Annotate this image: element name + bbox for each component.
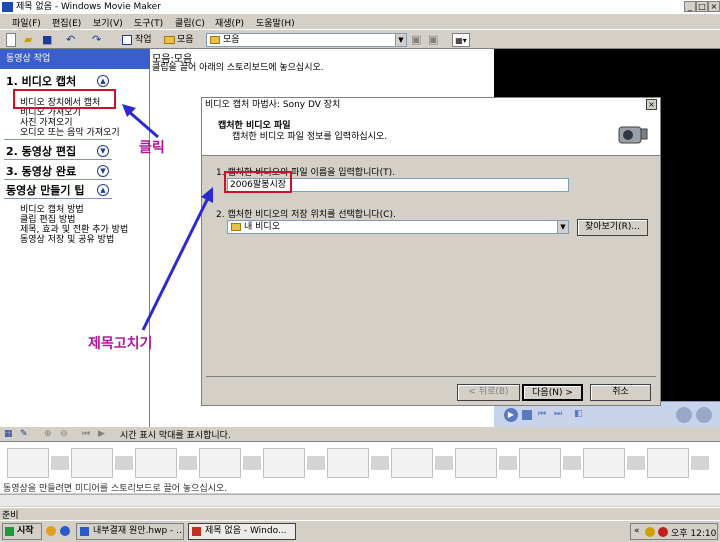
transition-slot[interactable] [691, 456, 709, 470]
storyboard-slot[interactable] [391, 448, 433, 478]
storyboard-slot[interactable] [7, 448, 49, 478]
timeline-toggle-icon[interactable]: ▦ [4, 429, 13, 439]
taskbar-item-moviemaker[interactable]: 제목 없음 - Windo... [188, 523, 296, 540]
transition-slot[interactable] [435, 456, 453, 470]
storyboard-slot[interactable] [71, 448, 113, 478]
storyboard-toolbar: ▦ ✎ ⊕ ⊖ ⏮ ▶ 시간 표시 막대를 표시합니다. [0, 427, 720, 442]
storyboard-hint: 동영상을 만들려면 미디어를 스토리보드로 끌어 놓으십시오. [3, 484, 228, 494]
transition-slot[interactable] [307, 456, 325, 470]
ie-icon[interactable] [60, 526, 70, 536]
start-label: 시작 [17, 526, 34, 536]
transition-slot[interactable] [371, 456, 389, 470]
taskbar-item-label: 내부결재 원안.hwp - ... [93, 526, 184, 536]
system-tray: « 오후 12:10 [630, 523, 718, 540]
storyboard-slot[interactable] [199, 448, 241, 478]
storyboard-slot[interactable] [263, 448, 305, 478]
transition-slot[interactable] [627, 456, 645, 470]
storyboard-slot[interactable] [519, 448, 561, 478]
tray-app-icon[interactable] [645, 527, 655, 537]
quicklaunch-icon[interactable] [46, 526, 56, 536]
annotation-rename: 제목고치기 [88, 336, 153, 352]
clock: 오후 12:10 [671, 529, 717, 539]
zoom-in-icon[interactable]: ⊕ [44, 429, 52, 439]
taskbar: 시작 내부결재 원안.hwp - ... 제목 없음 - Windo... « … [0, 520, 720, 542]
transition-slot[interactable] [243, 456, 261, 470]
arrow-to-filename [141, 197, 210, 331]
annotation-click: 클릭 [139, 140, 165, 156]
taskbar-item-label: 제목 없음 - Windo... [205, 526, 287, 536]
storyboard-slot[interactable] [583, 448, 625, 478]
rewind-icon[interactable]: ⏮ [82, 429, 90, 439]
storyboard-slot[interactable] [327, 448, 369, 478]
hwp-icon [80, 527, 89, 536]
transition-slot[interactable] [115, 456, 133, 470]
status-bar: 준비 [0, 507, 720, 521]
moviemaker-icon [192, 527, 201, 536]
narrate-icon[interactable]: ✎ [20, 429, 28, 439]
tray-expand-icon[interactable]: « [634, 526, 640, 536]
transition-slot[interactable] [563, 456, 581, 470]
transition-slot[interactable] [179, 456, 197, 470]
storyboard-slot[interactable] [455, 448, 497, 478]
tray-app-icon[interactable] [658, 527, 668, 537]
start-button[interactable]: 시작 [2, 523, 42, 540]
zoom-out-icon[interactable]: ⊖ [60, 429, 68, 439]
storyboard-slot[interactable] [135, 448, 177, 478]
windows-logo-icon [5, 527, 14, 536]
storyboard-slot[interactable] [647, 448, 689, 478]
transition-slot[interactable] [51, 456, 69, 470]
play-storyboard-icon[interactable]: ▶ [98, 429, 105, 439]
timeline-toggle-label[interactable]: 시간 표시 막대를 표시합니다. [120, 428, 231, 441]
taskbar-item-hwp[interactable]: 내부결재 원안.hwp - ... [76, 523, 184, 540]
arrow-to-capture-link [126, 108, 159, 139]
transition-slot[interactable] [499, 456, 517, 470]
movie-maker-app: 제목 없음 - Windows Movie Maker _ □ × 파일(F) … [0, 0, 720, 542]
horizontal-scrollbar[interactable] [0, 494, 720, 506]
